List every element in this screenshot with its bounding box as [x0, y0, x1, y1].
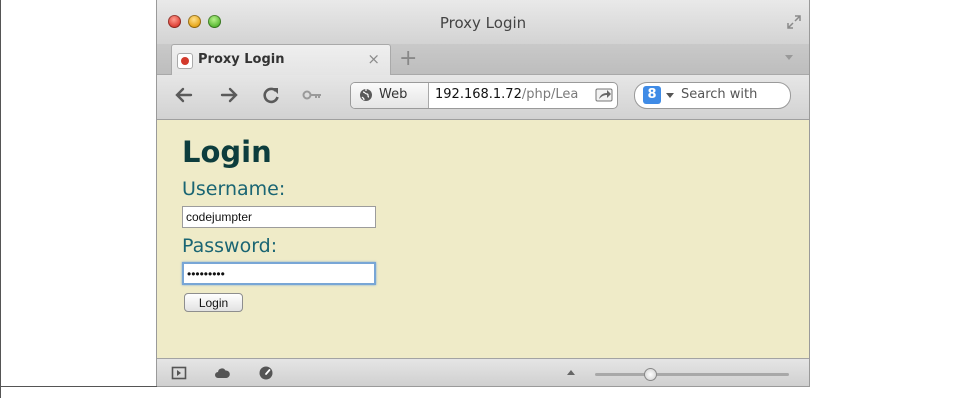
- address-mode-label: Web: [379, 87, 408, 102]
- zoom-slider-knob[interactable]: [644, 368, 658, 381]
- left-border-line: [0, 0, 1, 398]
- tab-title: Proxy Login: [198, 52, 285, 67]
- search-placeholder: Search with: [681, 87, 758, 102]
- page-title: Login: [182, 135, 272, 169]
- search-engine-icon[interactable]: 8: [643, 86, 661, 104]
- username-label: Username:: [182, 178, 286, 200]
- browser-window: Proxy Login Proxy Login × + Web 192.168.…: [157, 0, 809, 386]
- tab-bar: Proxy Login × +: [157, 44, 809, 76]
- search-field[interactable]: 8 Search with: [634, 82, 791, 109]
- url-text: 192.168.1.72/php/Lea: [435, 87, 585, 102]
- reader-icon[interactable]: [171, 365, 187, 381]
- title-bar: Proxy Login: [157, 0, 809, 44]
- zoom-slider[interactable]: [595, 368, 789, 381]
- address-mode-button[interactable]: Web: [351, 83, 429, 108]
- tab-proxy-login[interactable]: Proxy Login ×: [171, 44, 391, 76]
- globe-icon: [360, 89, 372, 101]
- back-icon[interactable]: [173, 84, 195, 106]
- forward-icon[interactable]: [218, 84, 240, 106]
- speedometer-icon[interactable]: [258, 365, 274, 381]
- tab-close-icon[interactable]: ×: [367, 50, 380, 68]
- url-host: 192.168.1.72: [435, 87, 522, 102]
- search-engine-dropdown-icon[interactable]: [666, 93, 674, 98]
- zoom-out-caret-icon[interactable]: [567, 370, 575, 375]
- status-bar: [157, 358, 809, 386]
- window-title: Proxy Login: [439, 14, 527, 32]
- tab-overflow-chevron-icon[interactable]: [785, 55, 793, 60]
- address-bar[interactable]: Web 192.168.1.72/php/Lea: [350, 82, 618, 109]
- favicon-icon: [178, 54, 192, 68]
- share-icon[interactable]: [595, 87, 613, 103]
- cloud-icon[interactable]: [214, 365, 230, 381]
- reload-icon[interactable]: [260, 84, 282, 106]
- username-input[interactable]: [182, 206, 376, 228]
- navigation-toolbar: Web 192.168.1.72/php/Lea 8 Search with: [157, 75, 809, 120]
- key-icon[interactable]: [301, 84, 323, 106]
- password-input[interactable]: [182, 262, 376, 285]
- login-button[interactable]: Login: [184, 293, 243, 312]
- page-content: Login Username: Password: Login: [157, 120, 809, 358]
- url-path: /php/Lea: [521, 87, 579, 102]
- new-tab-button[interactable]: +: [399, 46, 417, 72]
- password-label: Password:: [182, 235, 278, 257]
- bottom-border-line: [0, 386, 157, 387]
- fullscreen-icon[interactable]: [786, 14, 802, 30]
